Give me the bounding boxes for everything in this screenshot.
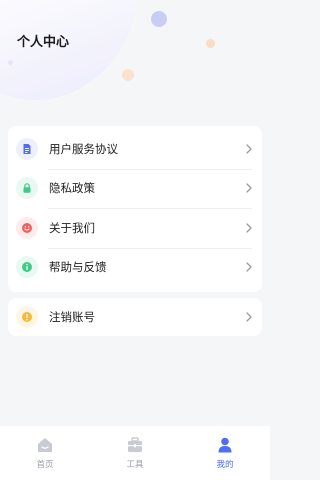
header-banner: [0, 0, 270, 120]
decorative-dot: [8, 60, 13, 65]
menu-item-label: 隐私政策: [49, 181, 95, 196]
menu-item-label: 帮助与反馈: [49, 260, 107, 275]
settings-menu: 用户服务协议 隐私政策 关于我们 帮助与反馈: [8, 126, 262, 292]
user-icon: [218, 437, 232, 453]
document-icon: [16, 137, 38, 160]
chevron-right-icon: [246, 262, 252, 272]
home-icon: [38, 438, 52, 452]
decorative-dot: [206, 39, 215, 48]
menu-item-label: 注销账号: [49, 310, 95, 324]
decorative-blob: [0, 0, 140, 100]
tab-label: 工具: [126, 460, 144, 470]
lock-icon: [16, 177, 38, 200]
toolbox-icon: [128, 437, 142, 452]
bottom-tab-bar: 首页 工具 我的: [0, 426, 270, 480]
page-title: 个人中心: [17, 35, 70, 50]
chevron-right-icon: [246, 223, 252, 233]
menu-item-user-agreement[interactable]: 用户服务协议: [8, 129, 262, 169]
menu-item-label: 关于我们: [49, 220, 95, 235]
decorative-dot: [122, 69, 134, 81]
tab-home[interactable]: 首页: [0, 426, 90, 480]
menu-item-help-feedback[interactable]: 帮助与反馈: [8, 247, 262, 288]
info-icon: [16, 256, 38, 279]
tab-label: 首页: [36, 460, 54, 470]
smile-icon: [16, 216, 38, 239]
menu-item-label: 用户服务协议: [49, 141, 118, 156]
tab-mine[interactable]: 我的: [180, 426, 270, 480]
decorative-dot: [151, 11, 167, 27]
chevron-right-icon: [246, 183, 252, 193]
account-menu: 注销账号: [8, 298, 262, 336]
warning-icon: [16, 306, 38, 328]
menu-item-cancel-account[interactable]: 注销账号: [8, 298, 262, 336]
chevron-right-icon: [246, 312, 252, 322]
tab-tools[interactable]: 工具: [90, 426, 180, 480]
menu-item-about-us[interactable]: 关于我们: [8, 208, 262, 248]
chevron-right-icon: [246, 144, 252, 154]
menu-item-privacy-policy[interactable]: 隐私政策: [8, 168, 262, 209]
tab-label: 我的: [216, 460, 234, 470]
